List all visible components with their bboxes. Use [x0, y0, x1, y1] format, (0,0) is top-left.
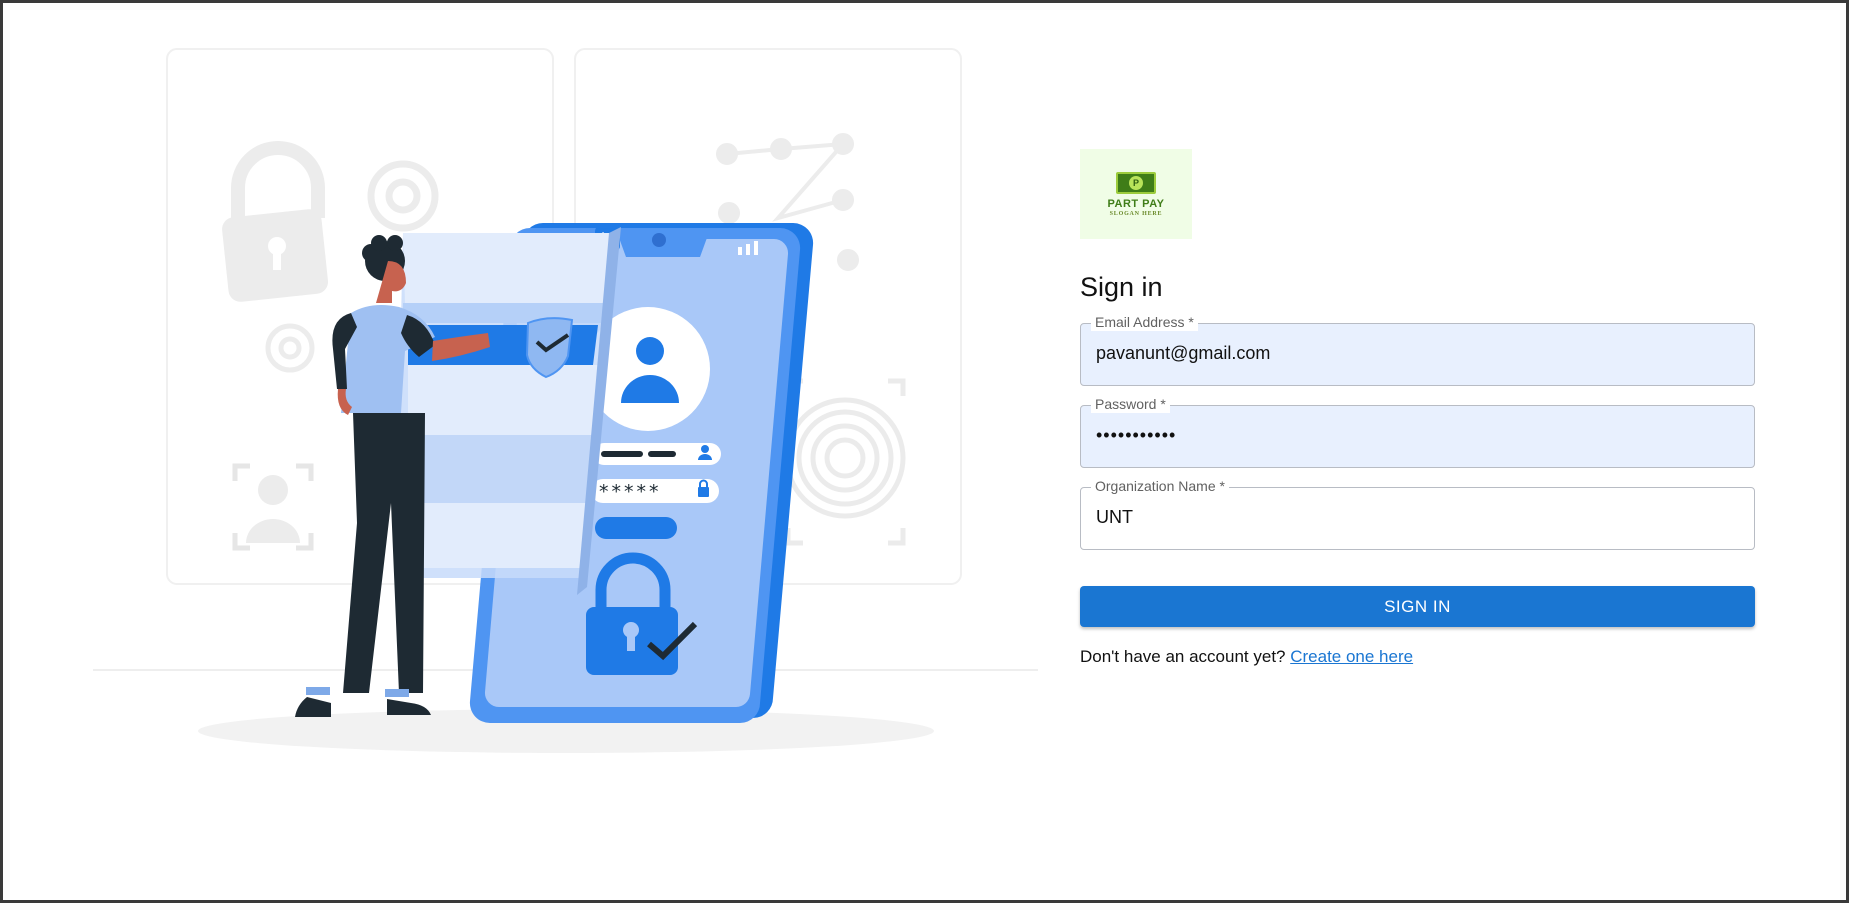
logo-bill-letter: P [1129, 175, 1143, 190]
password-field: Password * [1080, 396, 1755, 468]
email-input[interactable] [1096, 323, 1736, 384]
signin-form: P PART PAY SLOGAN HERE Sign in Email Add… [1080, 149, 1755, 667]
part-pay-logo: P PART PAY SLOGAN HERE [1080, 149, 1192, 239]
signup-prompt: Don't have an account yet? Create one he… [1080, 647, 1755, 667]
password-input[interactable] [1096, 405, 1736, 466]
create-account-link[interactable]: Create one here [1290, 647, 1413, 666]
organization-input[interactable] [1096, 487, 1736, 548]
page-title: Sign in [1080, 272, 1163, 302]
money-bill-icon: P [1116, 171, 1156, 194]
sign-in-button[interactable]: SIGN IN [1080, 586, 1755, 627]
password-mask: ***** [599, 481, 662, 503]
login-page: ***** P PART PAY SLOGAN HERE Sign in Ema… [3, 3, 1846, 900]
login-illustration: ***** [3, 3, 1043, 900]
organization-field: Organization Name * [1080, 478, 1755, 550]
logo-slogan: SLOGAN HERE [1109, 210, 1163, 217]
logo-name: PART PAY [1107, 197, 1165, 210]
email-field: Email Address * [1080, 314, 1755, 386]
login-panel-illustration [395, 227, 621, 595]
signup-prompt-text: Don't have an account yet? [1080, 647, 1291, 666]
